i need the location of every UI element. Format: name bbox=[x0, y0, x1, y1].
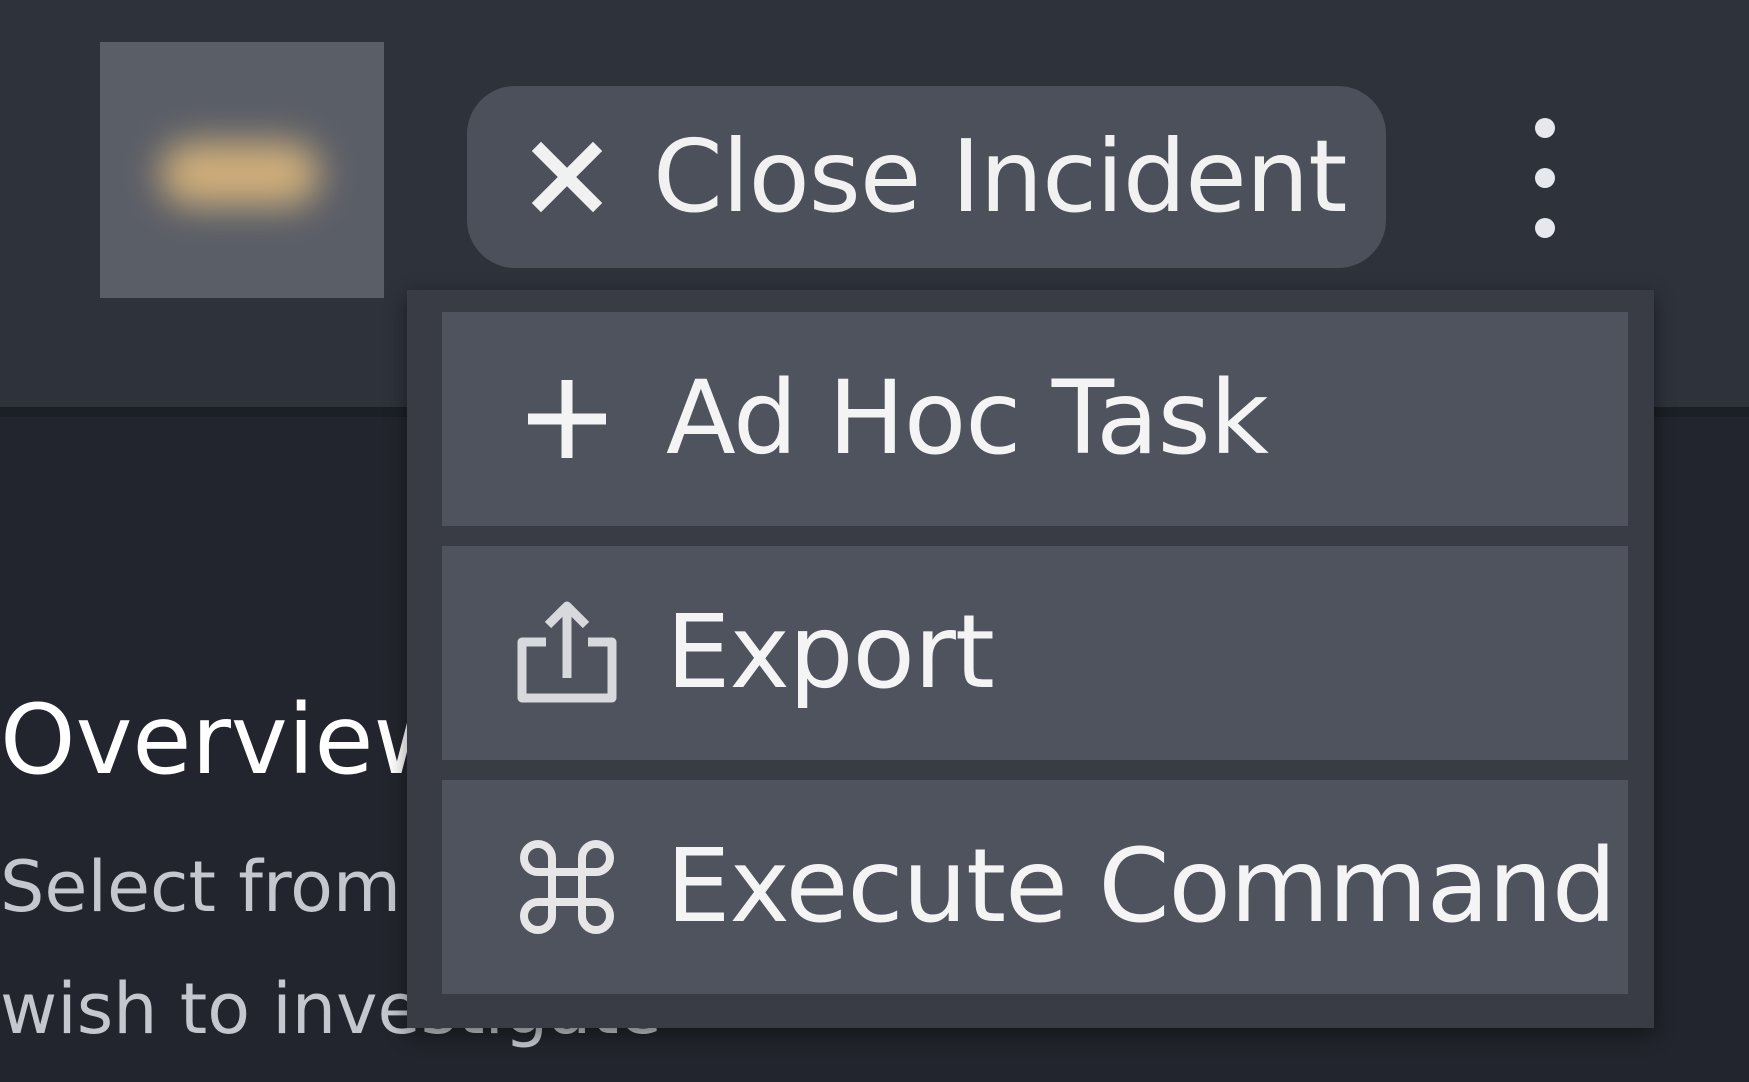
kebab-menu-icon[interactable] bbox=[1525, 118, 1565, 238]
menu-item-export[interactable]: Export bbox=[442, 546, 1628, 760]
actions-dropdown-menu: Ad Hoc Task Export Execute Command bbox=[407, 290, 1654, 1028]
page-subtitle-line-1: Select from bbox=[0, 846, 402, 928]
page-title: Overview bbox=[0, 684, 452, 796]
export-icon bbox=[512, 598, 622, 708]
close-incident-label: Close Incident bbox=[653, 118, 1347, 235]
menu-item-ad-hoc-task[interactable]: Ad Hoc Task bbox=[442, 312, 1628, 526]
plus-icon bbox=[512, 364, 622, 474]
command-icon bbox=[512, 832, 622, 942]
menu-item-execute-command[interactable]: Execute Command bbox=[442, 780, 1628, 994]
avatar bbox=[100, 42, 384, 298]
close-icon bbox=[527, 137, 607, 217]
close-incident-button[interactable]: Close Incident bbox=[467, 86, 1386, 268]
menu-item-label: Execute Command bbox=[666, 827, 1617, 946]
avatar-image-blur bbox=[160, 142, 320, 206]
menu-item-label: Ad Hoc Task bbox=[666, 359, 1269, 478]
menu-item-label: Export bbox=[666, 593, 995, 712]
app-window: Close Incident Overview Select from wish… bbox=[0, 0, 1749, 1082]
